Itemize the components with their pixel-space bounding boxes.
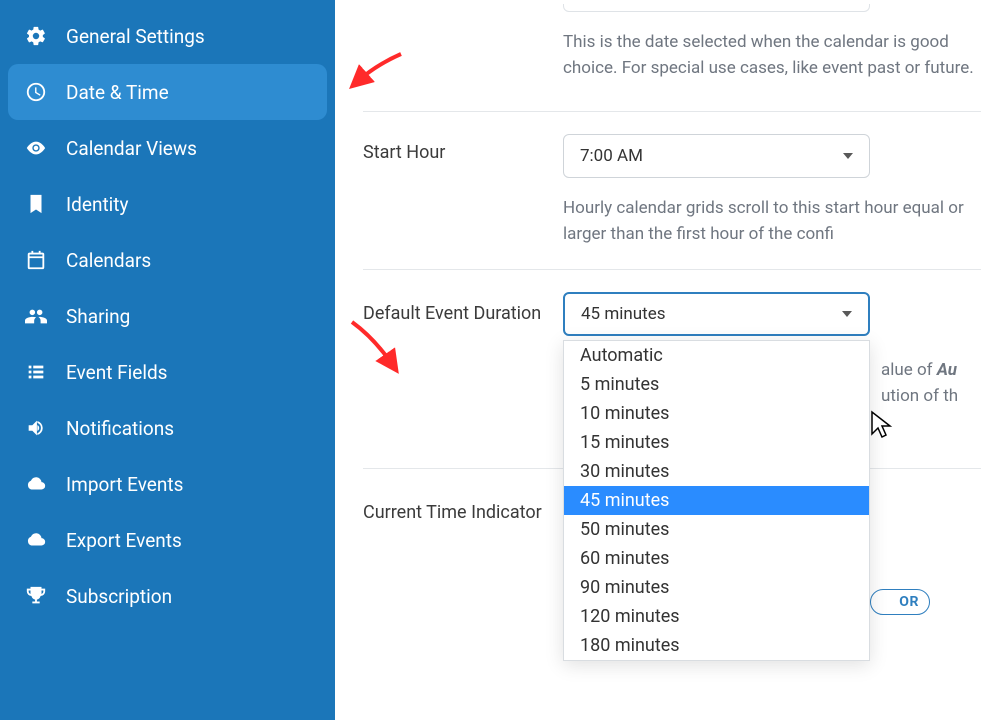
duration-option-60min[interactable]: 60 minutes <box>564 544 869 573</box>
sidebar-item-label: Notifications <box>66 417 174 440</box>
duration-option-180min[interactable]: 180 minutes <box>564 631 869 660</box>
sidebar-item-general-settings[interactable]: General Settings <box>8 8 327 64</box>
start-hour-help-text: Hourly calendar grids scroll to this sta… <box>563 196 981 247</box>
list-icon <box>24 361 48 383</box>
time-indicator-toggle[interactable]: OR <box>870 589 930 615</box>
duration-option-5min[interactable]: 5 minutes <box>564 370 869 399</box>
annotation-arrow <box>346 49 406 93</box>
sidebar-item-sharing[interactable]: Sharing <box>8 288 327 344</box>
volume-icon <box>24 417 48 439</box>
caret-down-icon <box>843 153 853 159</box>
default-date-help-text: This is the date selected when the calen… <box>563 30 981 81</box>
duration-option-45min[interactable]: 45 minutes <box>564 486 869 515</box>
duration-option-30min[interactable]: 30 minutes <box>564 457 869 486</box>
cloud-down-icon <box>24 529 48 551</box>
sidebar-item-label: Date & Time <box>66 81 169 104</box>
sidebar-item-calendars[interactable]: Calendars <box>8 232 327 288</box>
sidebar-item-label: General Settings <box>66 25 205 48</box>
duration-option-automatic[interactable]: Automatic <box>564 341 869 370</box>
default-duration-dropdown[interactable]: Automatic 5 minutes 10 minutes 15 minute… <box>563 340 870 661</box>
duration-option-120min[interactable]: 120 minutes <box>564 602 869 631</box>
default-duration-value: 45 minutes <box>581 304 665 324</box>
sidebar-item-label: Subscription <box>66 585 172 608</box>
sidebar-item-label: Calendars <box>66 249 151 272</box>
start-hour-value: 7:00 AM <box>580 146 643 166</box>
sidebar-item-notifications[interactable]: Notifications <box>8 400 327 456</box>
duration-option-50min[interactable]: 50 minutes <box>564 515 869 544</box>
duration-option-10min[interactable]: 10 minutes <box>564 399 869 428</box>
trophy-icon <box>24 585 48 607</box>
clock-icon <box>24 81 48 103</box>
sidebar-item-export-events[interactable]: Export Events <box>8 512 327 568</box>
sidebar-item-label: Sharing <box>66 305 130 328</box>
cloud-up-icon <box>24 473 48 495</box>
duration-option-15min[interactable]: 15 minutes <box>564 428 869 457</box>
bookmark-icon <box>24 193 48 215</box>
sidebar-item-label: Export Events <box>66 529 182 552</box>
duration-option-90min[interactable]: 90 minutes <box>564 573 869 602</box>
start-hour-label: Start Hour <box>363 134 563 163</box>
start-hour-row: Start Hour 7:00 AM Hourly calendar grids… <box>363 112 981 269</box>
gear-icon <box>24 25 48 47</box>
sidebar-item-import-events[interactable]: Import Events <box>8 456 327 512</box>
sidebar-item-label: Import Events <box>66 473 183 496</box>
mouse-cursor-icon <box>870 410 894 445</box>
current-time-indicator-label: Current Time Indicator <box>363 491 563 526</box>
users-icon <box>24 305 48 327</box>
sidebar: General Settings Date & Time Calendar Vi… <box>0 0 335 720</box>
sidebar-item-subscription[interactable]: Subscription <box>8 568 327 624</box>
annotation-arrow <box>344 316 402 374</box>
default-duration-select[interactable]: 45 minutes <box>563 292 870 336</box>
sidebar-item-identity[interactable]: Identity <box>8 176 327 232</box>
default-duration-row: Default Event Duration 45 minutes Automa… <box>363 270 981 358</box>
sidebar-item-calendar-views[interactable]: Calendar Views <box>8 120 327 176</box>
eye-icon <box>24 137 48 159</box>
start-hour-select[interactable]: 7:00 AM <box>563 134 870 178</box>
sidebar-item-label: Event Fields <box>66 361 167 384</box>
default-date-select-bottom-edge[interactable] <box>563 4 870 12</box>
default-duration-help-fragment: alue of Au ution of th <box>881 358 958 409</box>
sidebar-item-label: Identity <box>66 193 129 216</box>
sidebar-item-label: Calendar Views <box>66 137 197 160</box>
sidebar-item-event-fields[interactable]: Event Fields <box>8 344 327 400</box>
caret-down-icon <box>842 311 852 317</box>
sidebar-item-date-time[interactable]: Date & Time <box>8 64 327 120</box>
calendar-icon <box>24 249 48 271</box>
